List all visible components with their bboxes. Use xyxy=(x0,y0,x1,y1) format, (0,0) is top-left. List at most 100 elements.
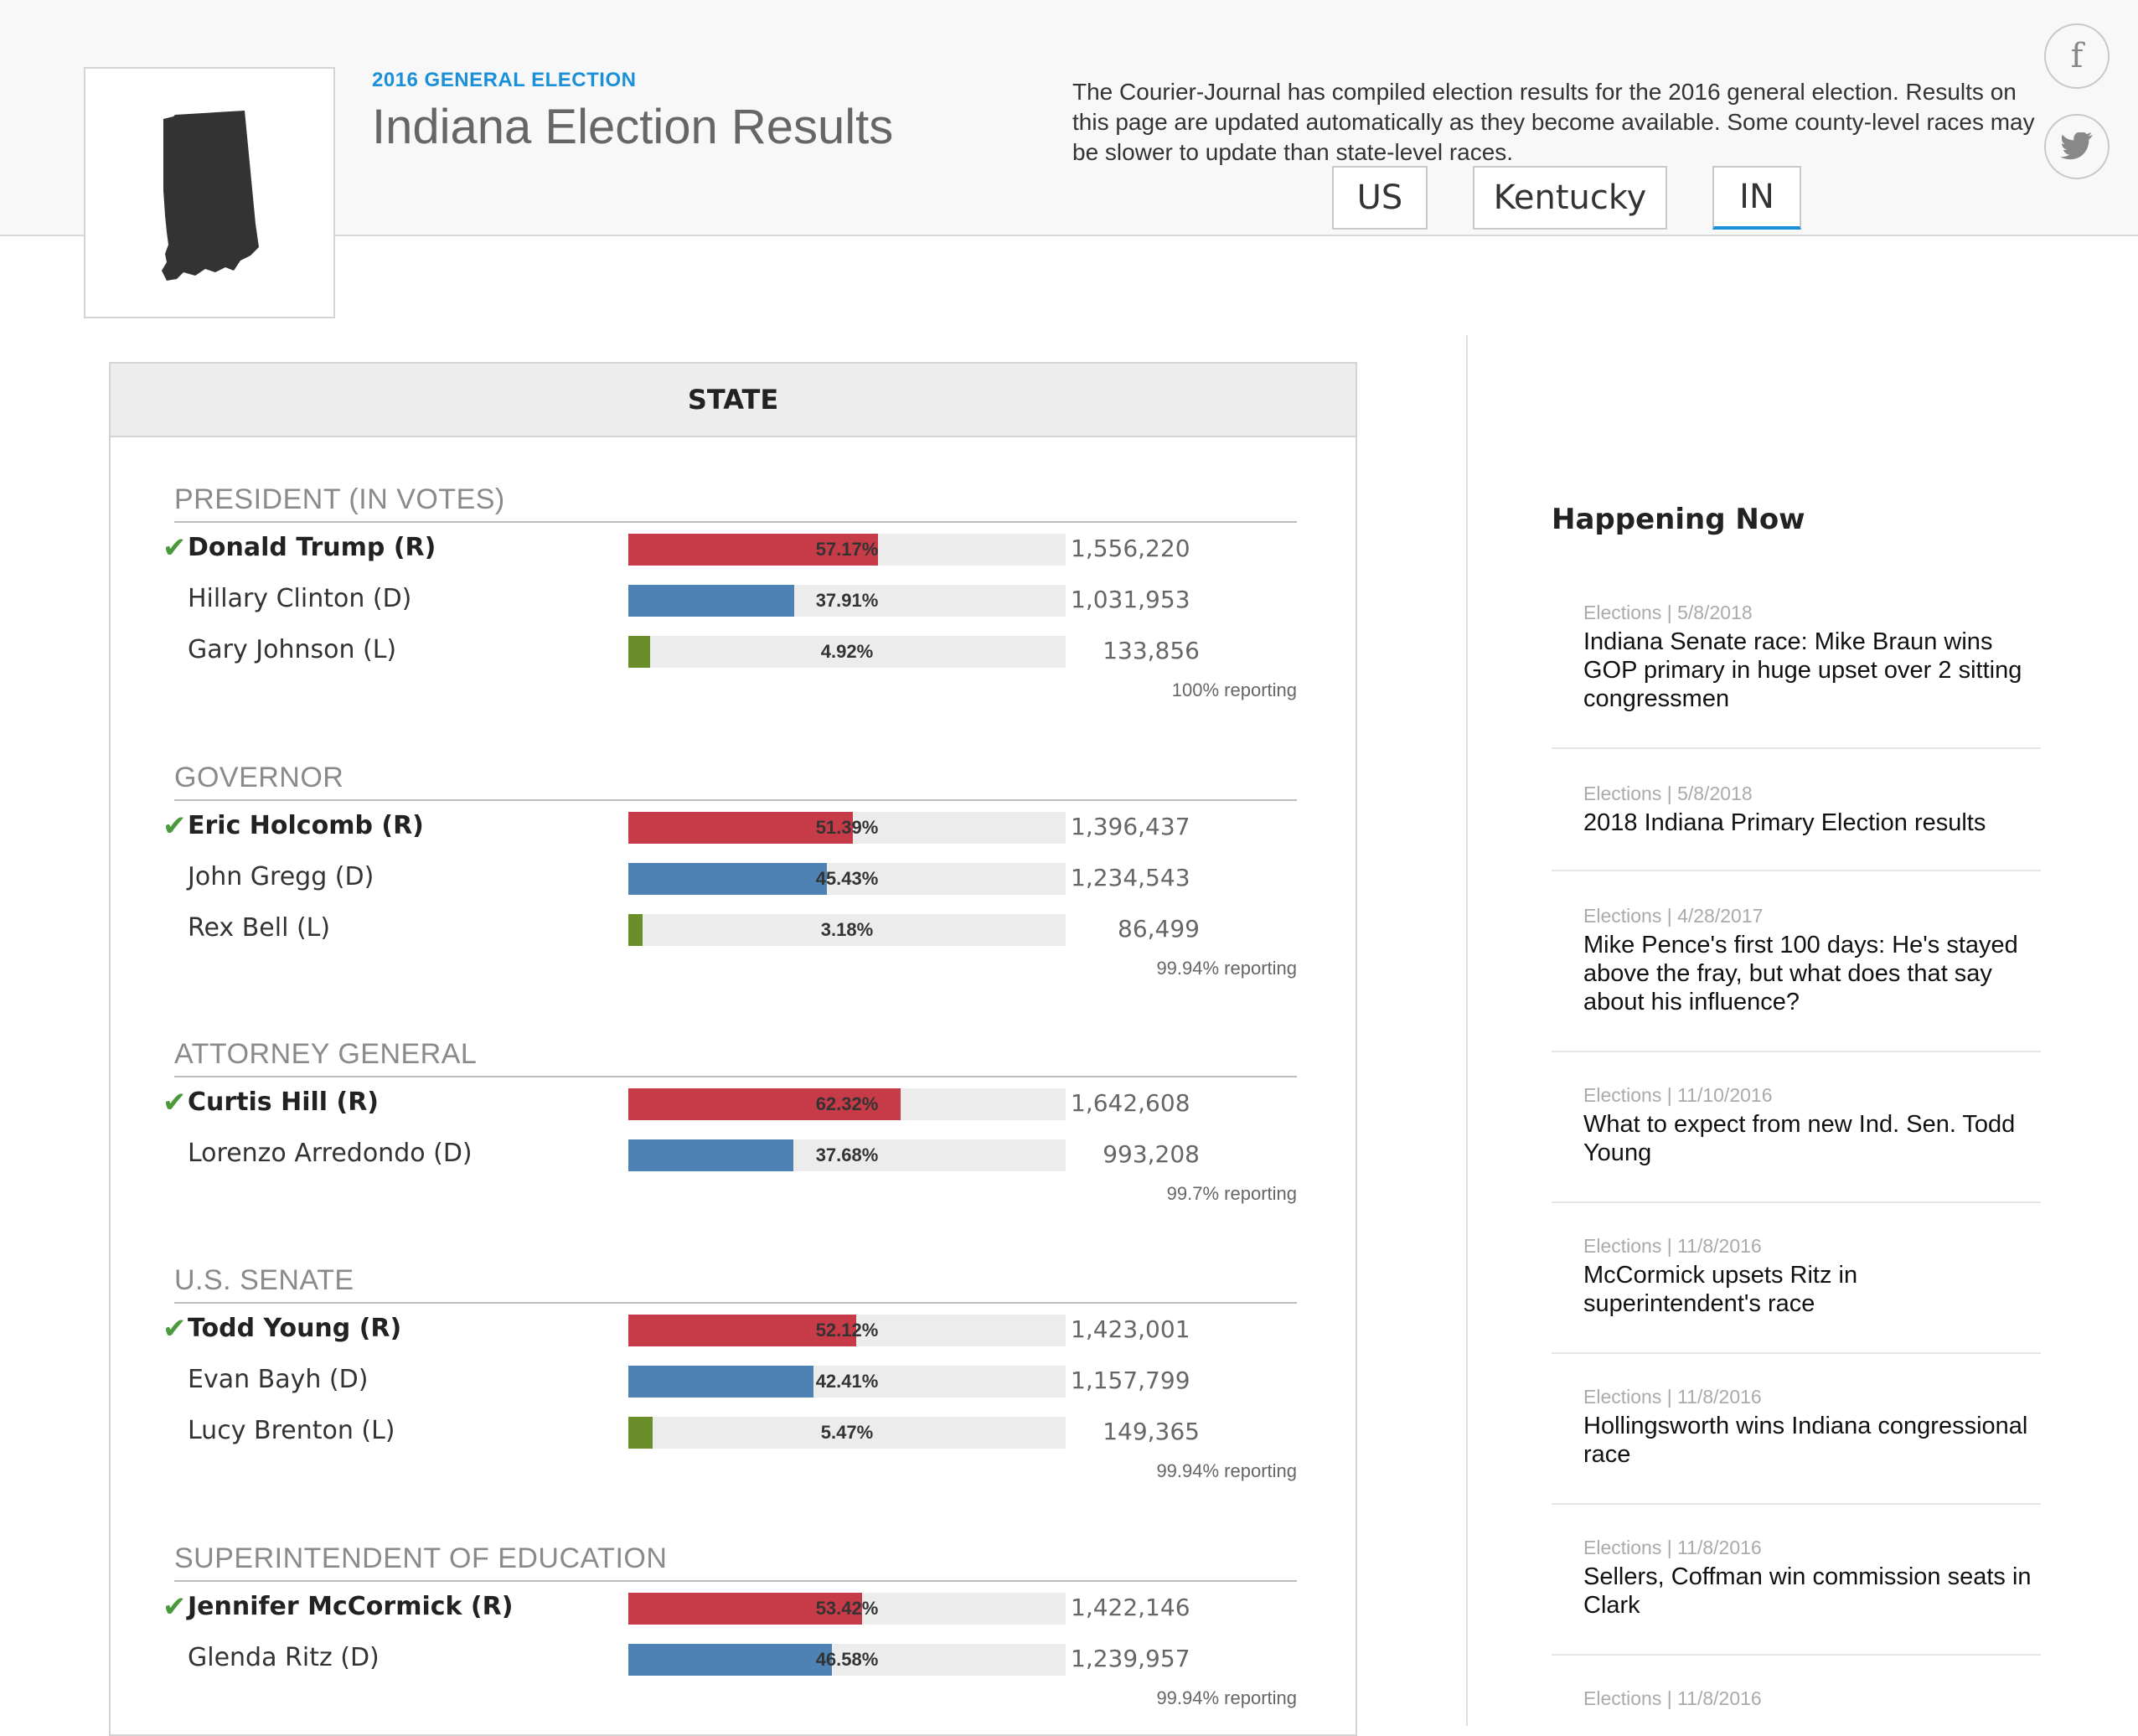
winner-check-icon: ✔ xyxy=(163,1591,187,1623)
tab-kentucky[interactable]: Kentucky xyxy=(1473,166,1667,230)
winner-check-icon: ✔ xyxy=(163,810,187,842)
vote-bar: 42.41% xyxy=(628,1366,1066,1398)
vote-percent: 57.17% xyxy=(815,539,879,560)
candidate-name: Eric Holcomb (R) xyxy=(188,811,424,840)
panel-title: STATE xyxy=(111,364,1356,437)
news-item[interactable]: Elections | 5/8/2018 2018 Indiana Primar… xyxy=(1552,783,2041,871)
state-results-panel: STATE PRESIDENT (IN VOTES) ✔ Donald Trum… xyxy=(109,362,1357,1736)
vote-count: 1,031,953 xyxy=(1071,586,1190,613)
race-title: ATTORNEY GENERAL xyxy=(174,1036,1297,1077)
vote-bar: 46.58% xyxy=(628,1644,1066,1676)
vote-bar: 4.92% xyxy=(628,636,1066,668)
vote-count: 1,396,437 xyxy=(1071,813,1190,840)
vote-percent: 53.42% xyxy=(815,1598,879,1619)
vote-percent: 5.47% xyxy=(820,1422,874,1443)
vote-bar: 51.39% xyxy=(628,812,1066,844)
vote-percent: 62.32% xyxy=(815,1093,879,1114)
candidate-row: ✔ Eric Holcomb (R) 51.39% 1,396,437 xyxy=(163,801,1297,852)
race-title: PRESIDENT (IN VOTES) xyxy=(174,481,1297,523)
candidate-row: Lucy Brenton (L) 5.47% 149,365 xyxy=(174,1406,1297,1457)
tab-in[interactable]: IN xyxy=(1712,166,1801,230)
race-title: GOVERNOR xyxy=(174,759,1297,801)
race-us-senate: U.S. SENATE ✔ Todd Young (R) 52.12% 1,42… xyxy=(163,1262,1297,1482)
news-item[interactable]: Elections | 4/28/2017 Mike Pence's first… xyxy=(1552,905,2041,1052)
vote-percent: 42.41% xyxy=(815,1371,879,1392)
vote-percent: 51.39% xyxy=(815,817,879,838)
candidate-name: Lucy Brenton (L) xyxy=(188,1416,395,1445)
column-divider xyxy=(1466,335,1468,1726)
candidate-row: Lorenzo Arredondo (D) 37.68% 993,208 xyxy=(174,1129,1297,1180)
vote-bar: 62.32% xyxy=(628,1088,1066,1120)
happening-now-title: Happening Now xyxy=(1552,503,1805,536)
twitter-share-button[interactable] xyxy=(2044,114,2110,179)
vote-bar: 53.42% xyxy=(628,1593,1066,1625)
news-item[interactable]: Elections | 5/8/2018 Indiana Senate race… xyxy=(1552,602,2041,749)
vote-percent: 45.43% xyxy=(815,868,879,889)
news-item[interactable]: Elections | 11/10/2016 What to expect fr… xyxy=(1552,1084,2041,1203)
race-governor: GOVERNOR ✔ Eric Holcomb (R) 51.39% 1,396… xyxy=(163,759,1297,979)
candidate-name: Curtis Hill (R) xyxy=(188,1088,380,1117)
state-map-tile xyxy=(84,67,335,318)
news-item[interactable]: Elections | 11/8/2016 McCormick upsets R… xyxy=(1552,1235,2041,1354)
news-meta: Elections | 11/8/2016 xyxy=(1583,1235,1762,1257)
news-meta: Elections | 11/10/2016 xyxy=(1583,1084,1773,1106)
reporting-status: 99.94% reporting xyxy=(1156,958,1297,979)
race-title: SUPERINTENDENT OF EDUCATION xyxy=(174,1540,1297,1582)
news-headline[interactable]: Hollingsworth wins Indiana congressional… xyxy=(1583,1412,2041,1469)
candidate-name: Hillary Clinton (D) xyxy=(188,584,412,613)
race-attorney-general: ATTORNEY GENERAL ✔ Curtis Hill (R) 62.32… xyxy=(163,1036,1297,1205)
candidate-row: ✔ Curtis Hill (R) 62.32% 1,642,608 xyxy=(163,1077,1297,1129)
indiana-map-icon xyxy=(162,111,259,281)
tab-us[interactable]: US xyxy=(1332,166,1428,230)
candidate-row: Hillary Clinton (D) 37.91% 1,031,953 xyxy=(174,574,1297,625)
candidate-name: Donald Trump (R) xyxy=(188,533,436,562)
candidate-name: Todd Young (R) xyxy=(188,1314,402,1343)
reporting-status: 99.7% reporting xyxy=(1166,1183,1297,1204)
vote-percent: 46.58% xyxy=(815,1649,879,1670)
news-headline[interactable]: McCormick upsets Ritz in superintendent'… xyxy=(1583,1261,2041,1318)
news-headline[interactable]: Indiana Senate race: Mike Braun wins GOP… xyxy=(1583,628,2041,713)
vote-count: 993,208 xyxy=(1103,1140,1200,1168)
vote-percent: 4.92% xyxy=(820,641,874,662)
news-meta: Elections | 5/8/2018 xyxy=(1583,783,1753,804)
candidate-name: Gary Johnson (L) xyxy=(188,635,397,664)
facebook-icon: f xyxy=(2070,37,2084,75)
twitter-icon xyxy=(2060,132,2094,160)
candidate-row: Rex Bell (L) 3.18% 86,499 xyxy=(174,903,1297,954)
race-president: PRESIDENT (IN VOTES) ✔ Donald Trump (R) … xyxy=(163,481,1297,701)
candidate-name: Lorenzo Arredondo (D) xyxy=(188,1139,473,1168)
vote-bar: 3.18% xyxy=(628,914,1066,946)
vote-count: 1,239,957 xyxy=(1071,1645,1190,1672)
candidate-row: Glenda Ritz (D) 46.58% 1,239,957 xyxy=(174,1633,1297,1684)
vote-percent: 3.18% xyxy=(820,919,874,940)
facebook-share-button[interactable]: f xyxy=(2044,23,2110,89)
intro-text: The Courier-Journal has compiled electio… xyxy=(1072,79,2035,165)
vote-percent: 37.91% xyxy=(815,590,879,611)
race-superintendent: SUPERINTENDENT OF EDUCATION ✔ Jennifer M… xyxy=(163,1540,1297,1709)
news-item[interactable]: Elections | 11/8/2016 Hollingsworth wins… xyxy=(1552,1386,2041,1505)
vote-count: 86,499 xyxy=(1118,915,1200,943)
vote-count: 1,422,146 xyxy=(1071,1594,1190,1621)
winner-check-icon: ✔ xyxy=(163,532,187,564)
news-meta: Elections | 11/8/2016 xyxy=(1583,1537,1762,1558)
vote-count: 1,234,543 xyxy=(1071,864,1190,891)
news-item[interactable]: Elections | 11/8/2016 Sellers, Coffman w… xyxy=(1552,1537,2041,1656)
vote-count: 1,642,608 xyxy=(1071,1089,1190,1117)
vote-bar: 37.91% xyxy=(628,585,1066,617)
news-headline[interactable]: Sellers, Coffman win commission seats in… xyxy=(1583,1563,2041,1620)
news-headline[interactable]: Mike Pence's first 100 days: He's stayed… xyxy=(1583,931,2041,1016)
news-headline[interactable]: 2018 Indiana Primary Election results xyxy=(1583,809,2041,837)
vote-bar: 52.12% xyxy=(628,1315,1066,1346)
winner-check-icon: ✔ xyxy=(163,1313,187,1345)
news-meta: Elections | 5/8/2018 xyxy=(1583,602,1753,623)
candidate-row: ✔ Jennifer McCormick (R) 53.42% 1,422,14… xyxy=(163,1582,1297,1633)
vote-count: 1,556,220 xyxy=(1071,535,1190,562)
vote-bar: 5.47% xyxy=(628,1417,1066,1449)
news-meta: Elections | 11/8/2016 xyxy=(1583,1386,1762,1408)
vote-bar: 45.43% xyxy=(628,863,1066,895)
candidate-row: ✔ Todd Young (R) 52.12% 1,423,001 xyxy=(163,1304,1297,1355)
news-item[interactable]: Elections | 11/8/2016 xyxy=(1552,1687,2041,1721)
candidate-row: John Gregg (D) 45.43% 1,234,543 xyxy=(174,852,1297,903)
news-headline[interactable]: What to expect from new Ind. Sen. Todd Y… xyxy=(1583,1110,2041,1167)
candidate-name: Jennifer McCormick (R) xyxy=(188,1592,514,1621)
